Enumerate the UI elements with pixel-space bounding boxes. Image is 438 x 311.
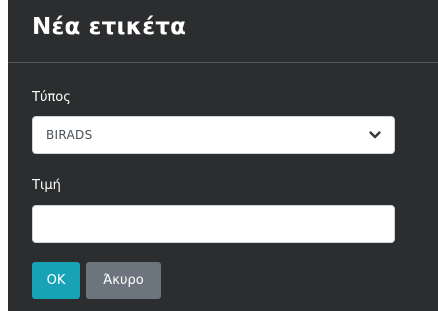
type-label: Τύπος (32, 90, 71, 105)
ok-button[interactable]: OK (32, 262, 80, 299)
cancel-button[interactable]: Άκυρο (86, 262, 161, 299)
chevron-down-icon (369, 131, 381, 139)
new-tag-dialog: Νέα ετικέτα Τύπος BIRADS Τιμή OK Άκυρο (8, 0, 438, 311)
value-label: Τιμή (32, 178, 61, 193)
type-select[interactable]: BIRADS (32, 116, 395, 154)
dialog-title: Νέα ετικέτα (32, 14, 187, 40)
type-select-value: BIRADS (46, 128, 93, 142)
value-input[interactable] (32, 205, 395, 243)
dialog-header: Νέα ετικέτα (8, 0, 438, 63)
